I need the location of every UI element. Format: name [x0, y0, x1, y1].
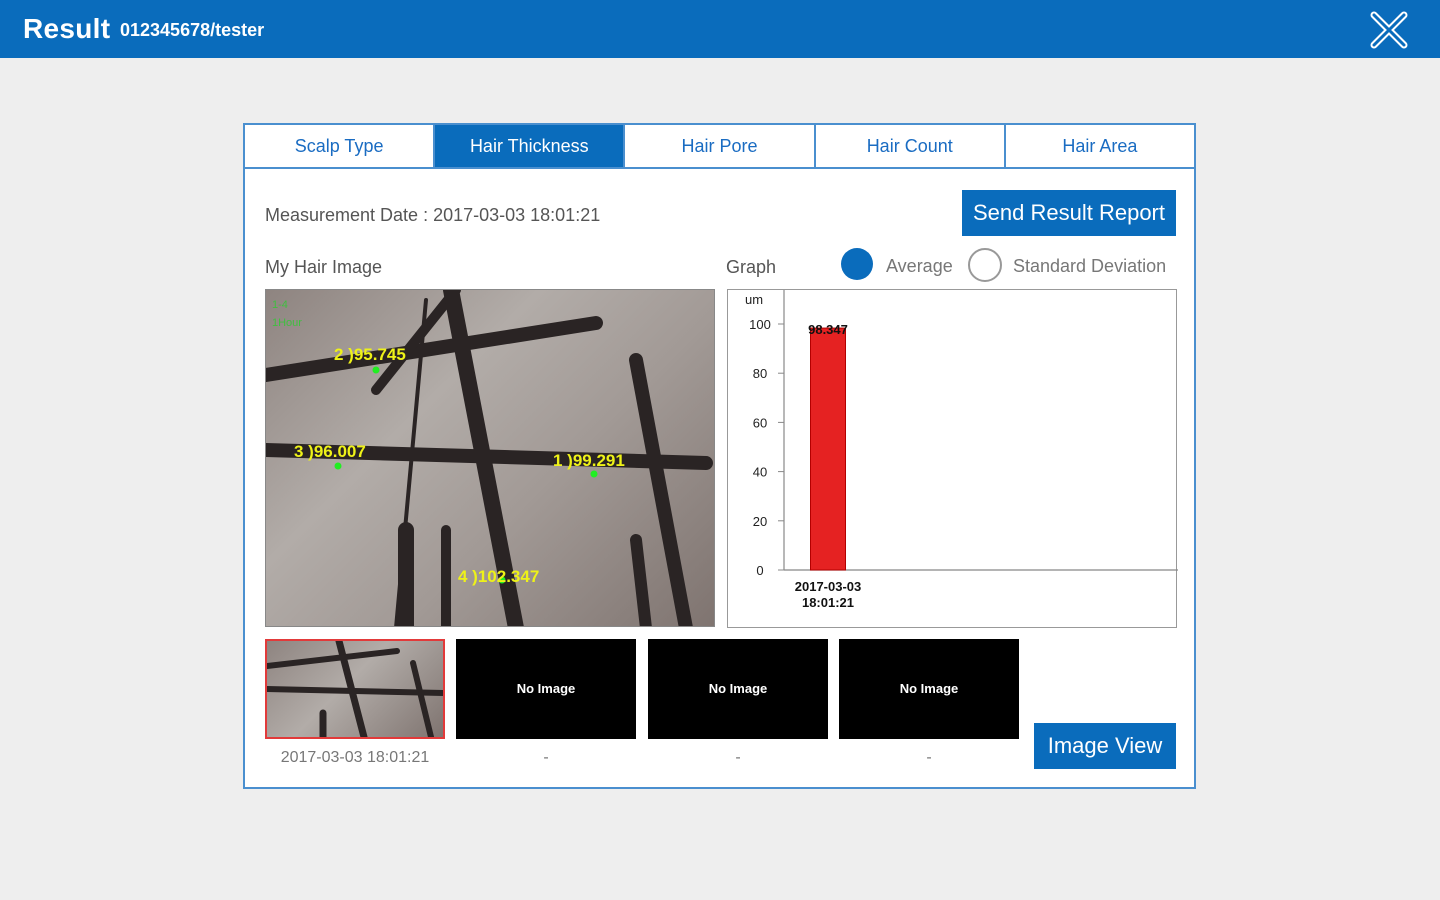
app-header: Result 012345678/tester — [0, 0, 1440, 58]
y-tick-label-0: 0 — [756, 563, 763, 578]
tab-hair-pore[interactable]: Hair Pore — [625, 125, 816, 167]
close-icon[interactable] — [1368, 9, 1410, 51]
tab-bar: Scalp Type Hair Thickness Hair Pore Hair… — [245, 125, 1194, 169]
tab-hair-count[interactable]: Hair Count — [816, 125, 1006, 167]
measurement-date: Measurement Date : 2017-03-03 18:01:21 — [265, 205, 601, 225]
thickness-graph: um 0 20 40 60 80 100 98.347 2017-03-03 18:01:21 — [727, 289, 1178, 628]
y-tick-label-60: 60 — [753, 415, 767, 430]
y-tick-label-80: 80 — [753, 366, 767, 381]
tab-hair-thickness[interactable]: Hair Thickness — [435, 125, 626, 167]
send-result-report-button[interactable]: Send Result Report — [962, 190, 1176, 236]
hair-image-label: My Hair Image — [265, 257, 383, 277]
overlay-corner-2: 1Hour — [272, 317, 302, 329]
hair-measurement-4: 4 )102.347 — [458, 567, 539, 586]
standard-deviation-radio[interactable] — [968, 248, 1002, 282]
hair-image: 1-4 1Hour 2 )95.745 3 )96.007 1 )99.291 … — [265, 289, 715, 627]
thumbnail-3-date: - — [735, 749, 741, 766]
thumbnail-1[interactable] — [264, 637, 446, 741]
hair-measurement-1: 1 )99.291 — [553, 451, 625, 470]
thumbnail-1-date: 2017-03-03 18:01:21 — [280, 749, 430, 766]
hair-measurement-3: 3 )96.007 — [294, 442, 366, 461]
thumbnail-4-date: - — [926, 749, 932, 766]
x-tick-label-date-0: 2017-03-03 — [795, 579, 862, 594]
thumbnail-4[interactable]: No Image — [839, 639, 1019, 739]
thumbnail-3[interactable]: No Image — [648, 639, 828, 739]
user-id: 012345678/tester — [120, 20, 265, 40]
bar-0 — [810, 327, 846, 571]
tab-scalp-type[interactable]: Scalp Type — [245, 125, 436, 167]
graph-label: Graph — [726, 257, 777, 277]
tab-hair-area[interactable]: Hair Area — [1006, 125, 1194, 167]
image-view-button[interactable]: Image View — [1034, 723, 1176, 769]
thumbnail-2[interactable]: No Image — [456, 639, 636, 739]
result-panel: Scalp Type Hair Thickness Hair Pore Hair… — [243, 123, 1196, 789]
standard-deviation-radio-label: Standard Deviation — [1013, 256, 1167, 276]
y-axis-unit: um — [745, 292, 763, 307]
y-tick-label-20: 20 — [753, 514, 767, 529]
page-title: Result — [23, 13, 111, 44]
y-tick-label-100: 100 — [749, 317, 771, 332]
y-tick-label-40: 40 — [753, 465, 767, 480]
average-radio-label: Average — [886, 256, 953, 276]
bar-value-label-0: 98.347 — [808, 322, 848, 337]
x-tick-label-time-0: 18:01:21 — [802, 595, 854, 610]
thumbnail-2-date: - — [543, 749, 549, 766]
average-radio[interactable] — [841, 248, 873, 280]
hair-measurement-2: 2 )95.745 — [334, 345, 406, 364]
overlay-corner-1: 1-4 — [272, 299, 288, 311]
